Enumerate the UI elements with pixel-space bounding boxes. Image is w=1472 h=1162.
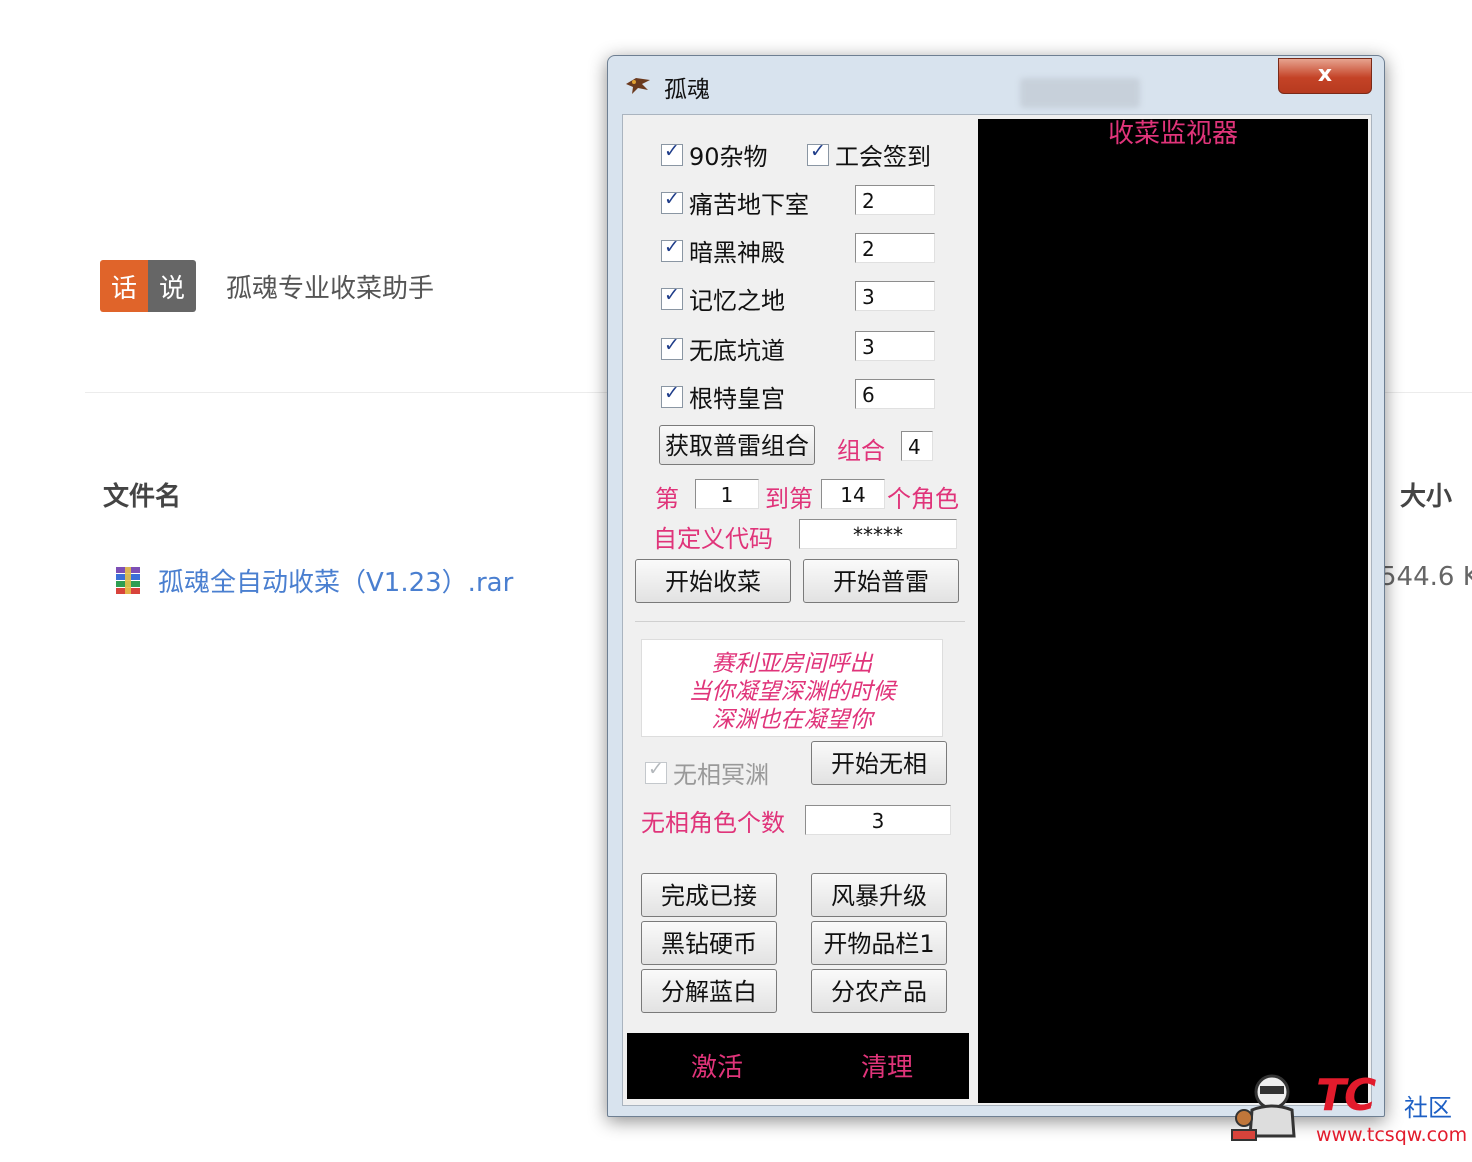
archive-file-icon [116,567,140,594]
blurred-title-text [1020,78,1140,108]
column-header-name: 文件名 [103,482,182,512]
checkbox-label: 暗黑神殿 [689,239,785,267]
storm-upgrade-button[interactable]: 风暴升级 [811,873,947,917]
column-header-size: 大小 [1400,482,1453,512]
combo-input[interactable]: 4 [901,431,933,461]
start-prey-button[interactable]: 开始普雷 [803,559,959,603]
page-subtitle: 孤魂专业收菜助手 [226,274,435,304]
checkbox-box[interactable] [645,758,667,784]
split-farm-products-button[interactable]: 分农产品 [811,969,947,1013]
bird-icon [626,78,650,94]
wuxiang-count-input[interactable]: 3 [805,805,951,835]
checkbox-label: 无底坑道 [689,337,785,365]
wuxiang-count-label: 无相角色个数 [641,809,785,837]
checkbox-label: 工会签到 [835,143,931,171]
range-from-label: 第 [655,485,679,513]
complete-accepted-button[interactable]: 完成已接 [641,873,777,917]
checkbox-90-items[interactable]: 90杂物 [661,137,768,172]
badge-left: 话 [100,260,148,312]
checkbox-box[interactable] [807,140,829,166]
range-to-input[interactable]: 14 [821,479,885,509]
checkbox-bottomless-tunnel[interactable]: 无底坑道 [661,331,785,366]
checkbox-label: 无相冥渊 [673,761,769,789]
activate-button[interactable]: 激活 [691,1047,743,1084]
checkbox-label: 根特皇宫 [689,385,785,413]
range-to-label: 到第 [765,485,813,513]
checkbox-box[interactable] [661,382,683,408]
file-download-link[interactable]: 孤魂全自动收菜（V1.23）.rar [158,562,513,599]
dark-temple-count-input[interactable]: 2 [855,233,935,263]
clear-button[interactable]: 清理 [861,1047,913,1084]
checkbox-label: 记忆之地 [689,287,785,315]
range-suffix-label: 个角色 [887,485,959,513]
start-harvest-button[interactable]: 开始收菜 [635,559,791,603]
bottomless-tunnel-count-input[interactable]: 3 [855,331,935,361]
open-inventory-1-button[interactable]: 开物品栏1 [811,921,947,965]
app-window: 孤魂 x 90杂物 工会签到 痛苦地下室 2 暗黑神殿 2 记忆之地 3 [607,55,1385,1117]
gent-palace-count-input[interactable]: 6 [855,379,935,409]
file-size: 544.6 K [1380,562,1472,592]
combo-label: 组合 [837,437,885,465]
start-wuxiang-button[interactable]: 开始无相 [811,741,947,785]
memory-land-count-input[interactable]: 3 [855,281,935,311]
watermark-community: 社区 [1404,1094,1452,1122]
checkbox-label: 90杂物 [689,143,768,171]
checkbox-guild-signin[interactable]: 工会签到 [807,137,931,172]
custom-code-input[interactable]: ***** [799,519,957,549]
bottom-bar: 激活 清理 [627,1033,969,1099]
quote-panel: 赛利亚房间呼出 当你凝望深渊的时候 深渊也在凝望你 [641,639,943,737]
checkbox-gent-palace[interactable]: 根特皇宫 [661,379,785,414]
checkbox-box[interactable] [661,236,683,262]
checkbox-box[interactable] [661,188,683,214]
title-bar[interactable]: 孤魂 x [608,56,1384,114]
monitor-title: 收菜监视器 [1107,119,1238,149]
separator [635,621,965,622]
range-from-input[interactable]: 1 [695,479,759,509]
get-combo-button[interactable]: 获取普雷组合 [659,425,815,465]
custom-code-label: 自定义代码 [653,525,773,553]
black-diamond-coin-button[interactable]: 黑钻硬币 [641,921,777,965]
mascot-icon [1231,1074,1296,1141]
watermark-logo: TC [1316,1070,1376,1121]
checkbox-memory-land[interactable]: 记忆之地 [661,281,785,316]
harvest-monitor-panel: 收菜监视器 [978,119,1368,1103]
quote-line: 深渊也在凝望你 [711,707,873,733]
window-title: 孤魂 [664,77,710,103]
checkbox-label: 痛苦地下室 [689,191,809,219]
disassemble-blue-white-button[interactable]: 分解蓝白 [641,969,777,1013]
checkbox-wuxiang[interactable]: 无相冥渊 [645,755,769,790]
dungeon-pain-count-input[interactable]: 2 [855,185,935,215]
badge-right: 说 [148,260,196,312]
checkbox-box[interactable] [661,284,683,310]
client-area: 90杂物 工会签到 痛苦地下室 2 暗黑神殿 2 记忆之地 3 无底坑道 3 根… [622,114,1372,1106]
checkbox-box[interactable] [661,334,683,360]
section-badge: 话 说 [100,260,196,312]
checkbox-box[interactable] [661,140,683,166]
close-button[interactable]: x [1278,58,1372,94]
checkbox-dungeon-pain[interactable]: 痛苦地下室 [661,185,809,220]
checkbox-dark-temple[interactable]: 暗黑神殿 [661,233,785,268]
watermark-url: www.tcsqw.com [1316,1124,1468,1146]
